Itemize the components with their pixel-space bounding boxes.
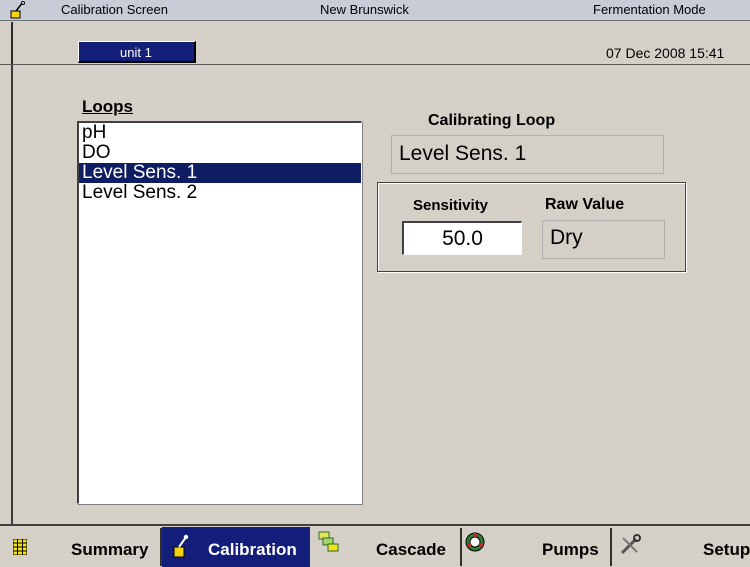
bottom-nav: Summary Calibration Cascade Pumps Setup xyxy=(0,524,750,567)
raw-value-label: Raw Value xyxy=(545,196,625,213)
nav-summary-button[interactable]: Summary xyxy=(0,527,160,567)
calibrating-loop-field: Level Sens. 1 xyxy=(391,135,664,174)
nav-calibration-button[interactable]: Calibration xyxy=(162,527,310,567)
list-item-selected[interactable]: Level Sens. 1 xyxy=(79,163,361,183)
unit-bar: unit 1 07 Dec 2008 15:41 xyxy=(0,21,750,65)
sensitivity-label: Sensitivity xyxy=(413,197,489,214)
list-item[interactable]: DO xyxy=(79,143,361,163)
date-time: 07 Dec 2008 15:41 xyxy=(606,45,725,61)
cascade-icon xyxy=(318,531,339,552)
mode-label: Fermentation Mode xyxy=(593,2,706,17)
nav-cascade-label: Cascade xyxy=(376,540,446,559)
left-border xyxy=(11,22,13,64)
company-name: New Brunswick xyxy=(320,2,409,17)
nav-pumps-label: Pumps xyxy=(542,540,599,559)
tools-icon xyxy=(620,534,641,555)
left-border xyxy=(11,65,13,524)
pipette-icon xyxy=(10,1,25,19)
nav-setup-label: Setup xyxy=(703,540,750,559)
nav-summary-label: Summary xyxy=(71,540,149,559)
separator xyxy=(0,64,750,65)
screen-title: Calibration Screen xyxy=(61,2,168,17)
nav-pumps-button[interactable]: Pumps xyxy=(462,527,610,567)
nav-cascade-button[interactable]: Cascade xyxy=(312,527,460,567)
raw-value-field: Dry xyxy=(542,220,665,259)
nav-setup-button[interactable]: Setup xyxy=(612,527,750,567)
unit-tab[interactable]: unit 1 xyxy=(78,41,196,63)
nav-calibration-label: Calibration xyxy=(208,540,297,559)
list-item[interactable]: Level Sens. 2 xyxy=(79,183,361,203)
calibrating-loop-label: Calibrating Loop xyxy=(428,112,556,129)
sensitivity-input[interactable]: 50.0 xyxy=(402,221,522,255)
title-bar: Calibration Screen New Brunswick Ferment… xyxy=(0,0,750,21)
pipette-icon xyxy=(173,534,189,558)
pump-icon xyxy=(465,532,485,552)
loops-heading: Loops xyxy=(82,97,133,116)
list-item[interactable]: pH xyxy=(79,123,361,143)
loops-list[interactable]: pH DO Level Sens. 1 Level Sens. 2 xyxy=(77,121,362,504)
grid-icon xyxy=(13,539,27,555)
